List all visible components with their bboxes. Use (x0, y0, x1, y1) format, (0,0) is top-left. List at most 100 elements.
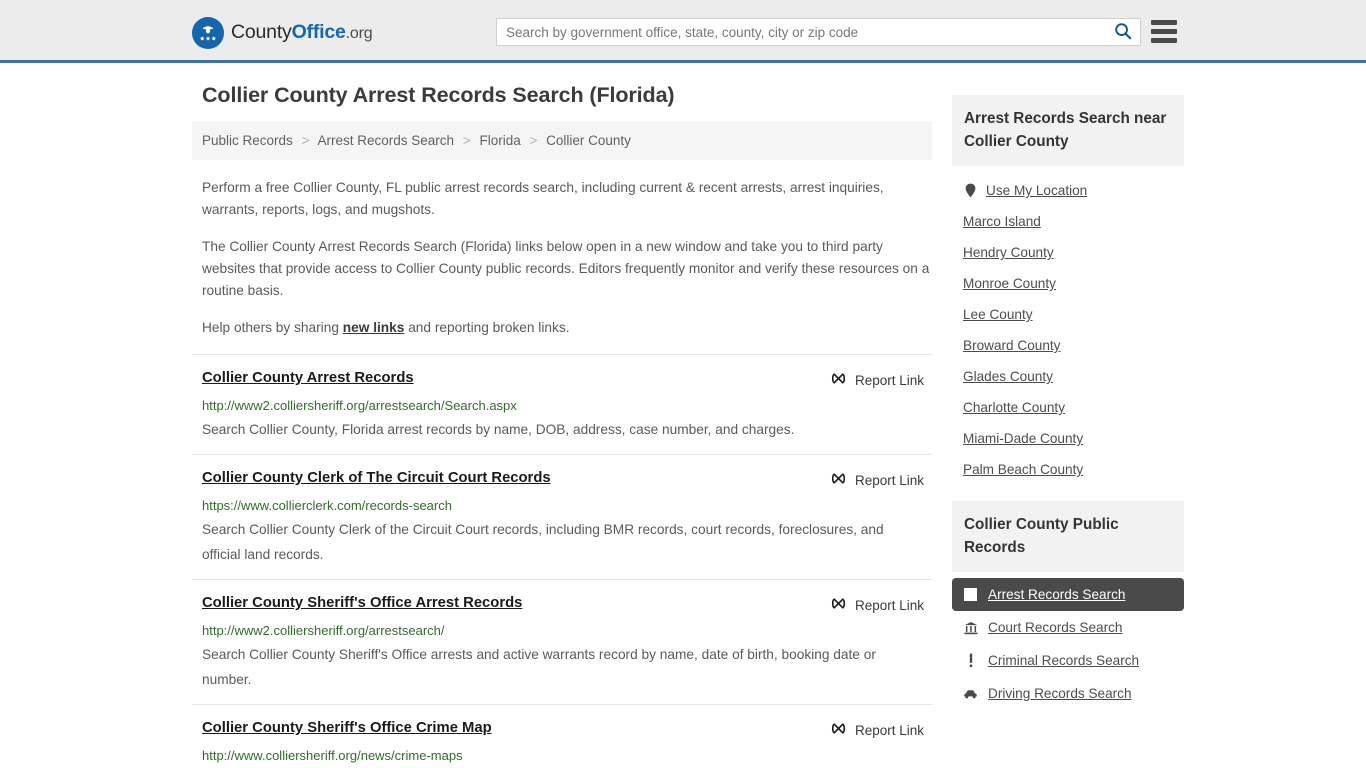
report-link-label: Report Link (854, 372, 924, 388)
result-description: Search Collier County Sheriff's Office a… (202, 647, 876, 687)
report-link-button[interactable]: Report Link (830, 370, 932, 390)
sidebar-item-monroe-county[interactable]: Monroe County (952, 268, 1184, 299)
car-icon (963, 689, 978, 699)
eagle-shield-icon (192, 17, 224, 49)
sidebar-item-lee-county[interactable]: Lee County (952, 299, 1184, 330)
breadcrumb-separator: > (301, 133, 310, 148)
sidebar-item-broward-county[interactable]: Broward County (952, 330, 1184, 361)
sidebar-nearby-list: Use My Location Marco Island Hendry Coun… (952, 166, 1184, 485)
intro-paragraph-2: The Collier County Arrest Records Search… (202, 239, 930, 298)
hamburger-bar (1151, 29, 1177, 34)
page-body: Collier County Arrest Records Search (Fl… (0, 63, 1366, 768)
sidebar-link-label[interactable]: Monroe County (963, 276, 1056, 291)
intro-text: Perform a free Collier County, FL public… (192, 177, 932, 339)
sidebar-item-driving-records-search[interactable]: Driving Records Search (952, 677, 1184, 710)
white-square-icon (963, 588, 978, 601)
breadcrumb-item-public-records[interactable]: Public Records (202, 133, 293, 148)
sidebar-link-label[interactable]: Miami-Dade County (963, 431, 1083, 446)
sidebar-item-glades-county[interactable]: Glades County (952, 361, 1184, 392)
result-title-link[interactable]: Collier County Sheriff's Office Arrest R… (202, 594, 522, 612)
search-input[interactable] (497, 19, 1106, 45)
search-bar (496, 18, 1141, 46)
sidebar-link-label[interactable]: Charlotte County (963, 400, 1065, 415)
sidebar-link-label[interactable]: Marco Island (963, 214, 1041, 229)
courthouse-icon (963, 621, 978, 635)
sidebar-item-court-records-search[interactable]: Court Records Search (952, 611, 1184, 644)
result-header: Collier County Sheriff's Office Arrest R… (202, 594, 932, 615)
sidebar-item-charlotte-county[interactable]: Charlotte County (952, 392, 1184, 423)
breadcrumb-separator: > (462, 133, 471, 148)
sidebar-link-label[interactable]: Lee County (963, 307, 1033, 322)
broken-link-icon (830, 370, 847, 390)
sidebar-link-label[interactable]: Glades County (963, 369, 1053, 384)
intro-p3-before: Help others by sharing (202, 320, 343, 335)
breadcrumb-item-arrest-records-search[interactable]: Arrest Records Search (317, 133, 454, 148)
sidebar-nearby-title: Arrest Records Search near Collier Count… (952, 95, 1184, 166)
sidebar-link-label[interactable]: Hendry County (963, 245, 1054, 260)
hamburger-bar (1151, 38, 1177, 43)
result-title-link[interactable]: Collier County Sheriff's Office Crime Ma… (202, 719, 492, 737)
content-container: Collier County Arrest Records Search (Fl… (192, 83, 1184, 768)
result-description: Search Collier County, Florida arrest re… (202, 422, 795, 437)
sidebar-item-marco-island[interactable]: Marco Island (952, 206, 1184, 237)
intro-p3-after: and reporting broken links. (404, 320, 570, 335)
result-url[interactable]: http://www.colliersheriff.org/news/crime… (202, 747, 932, 764)
sidebar-link-label[interactable]: Palm Beach County (963, 462, 1083, 477)
main-column: Collier County Arrest Records Search (Fl… (192, 83, 932, 768)
sidebar-public-records-list: Arrest Records Search Court Records Sear… (952, 572, 1184, 710)
result-url[interactable]: http://www2.colliersheriff.org/arrestsea… (202, 622, 932, 639)
report-link-button[interactable]: Report Link (830, 470, 932, 490)
exclamation-icon (963, 653, 978, 668)
site-header: CountyOffice.org (0, 0, 1366, 63)
logo-text-county: County (231, 21, 292, 44)
breadcrumb-item-collier-county[interactable]: Collier County (546, 133, 631, 148)
report-link-button[interactable]: Report Link (830, 595, 932, 615)
sidebar-link-label[interactable]: Arrest Records Search (988, 587, 1126, 602)
search-icon (1114, 22, 1132, 43)
map-pin-icon (963, 183, 977, 198)
sidebar-link-label[interactable]: Criminal Records Search (988, 653, 1139, 668)
site-logo[interactable]: CountyOffice.org (192, 17, 373, 49)
sidebar-item-miami-dade-county[interactable]: Miami-Dade County (952, 423, 1184, 454)
report-link-label: Report Link (854, 722, 924, 738)
sidebar-item-hendry-county[interactable]: Hendry County (952, 237, 1184, 268)
report-link-label: Report Link (854, 597, 924, 613)
result-header: Collier County Sheriff's Office Crime Ma… (202, 719, 932, 740)
broken-link-icon (830, 720, 847, 740)
search-button[interactable] (1106, 19, 1140, 45)
result-row: Collier County Arrest Records Report Lin… (192, 354, 932, 454)
result-title-link[interactable]: Collier County Arrest Records (202, 369, 414, 387)
broken-link-icon (830, 470, 847, 490)
logo-text: CountyOffice.org (231, 21, 373, 44)
sidebar-link-label[interactable]: Driving Records Search (988, 686, 1132, 701)
result-url[interactable]: https://www.collierclerk.com/records-sea… (202, 497, 932, 514)
result-description: Search Collier County Clerk of the Circu… (202, 522, 884, 562)
broken-link-icon (830, 595, 847, 615)
hamburger-menu-icon[interactable] (1151, 20, 1177, 43)
result-row: Collier County Clerk of The Circuit Cour… (192, 454, 932, 579)
sidebar-link-label[interactable]: Use My Location (986, 183, 1087, 198)
sidebar-item-arrest-records-search[interactable]: Arrest Records Search (952, 578, 1184, 611)
sidebar-link-label[interactable]: Broward County (963, 338, 1060, 353)
breadcrumb-separator: > (529, 133, 538, 148)
result-row: Collier County Sheriff's Office Crime Ma… (192, 704, 932, 768)
sidebar: Arrest Records Search near Collier Count… (952, 83, 1184, 710)
result-header: Collier County Clerk of The Circuit Cour… (202, 469, 932, 490)
sidebar-link-label[interactable]: Court Records Search (988, 620, 1122, 635)
result-header: Collier County Arrest Records Report Lin… (202, 369, 932, 390)
report-link-label: Report Link (854, 472, 924, 488)
logo-text-office: Office (291, 21, 346, 44)
breadcrumb-item-florida[interactable]: Florida (479, 133, 520, 148)
logo-text-org: .org (345, 25, 373, 43)
intro-paragraph-3: Help others by sharing new links and rep… (192, 317, 932, 339)
page-title: Collier County Arrest Records Search (Fl… (202, 83, 675, 107)
sidebar-item-use-my-location[interactable]: Use My Location (952, 175, 1184, 206)
sidebar-public-records-title: Collier County Public Records (952, 501, 1184, 572)
new-links-link[interactable]: new links (343, 320, 405, 335)
report-link-button[interactable]: Report Link (830, 720, 932, 740)
sidebar-item-criminal-records-search[interactable]: Criminal Records Search (952, 644, 1184, 677)
result-url[interactable]: http://www2.colliersheriff.org/arrestsea… (202, 397, 932, 414)
result-title-link[interactable]: Collier County Clerk of The Circuit Cour… (202, 469, 551, 487)
intro-paragraph-1: Perform a free Collier County, FL public… (202, 180, 884, 217)
sidebar-item-palm-beach-county[interactable]: Palm Beach County (952, 454, 1184, 485)
